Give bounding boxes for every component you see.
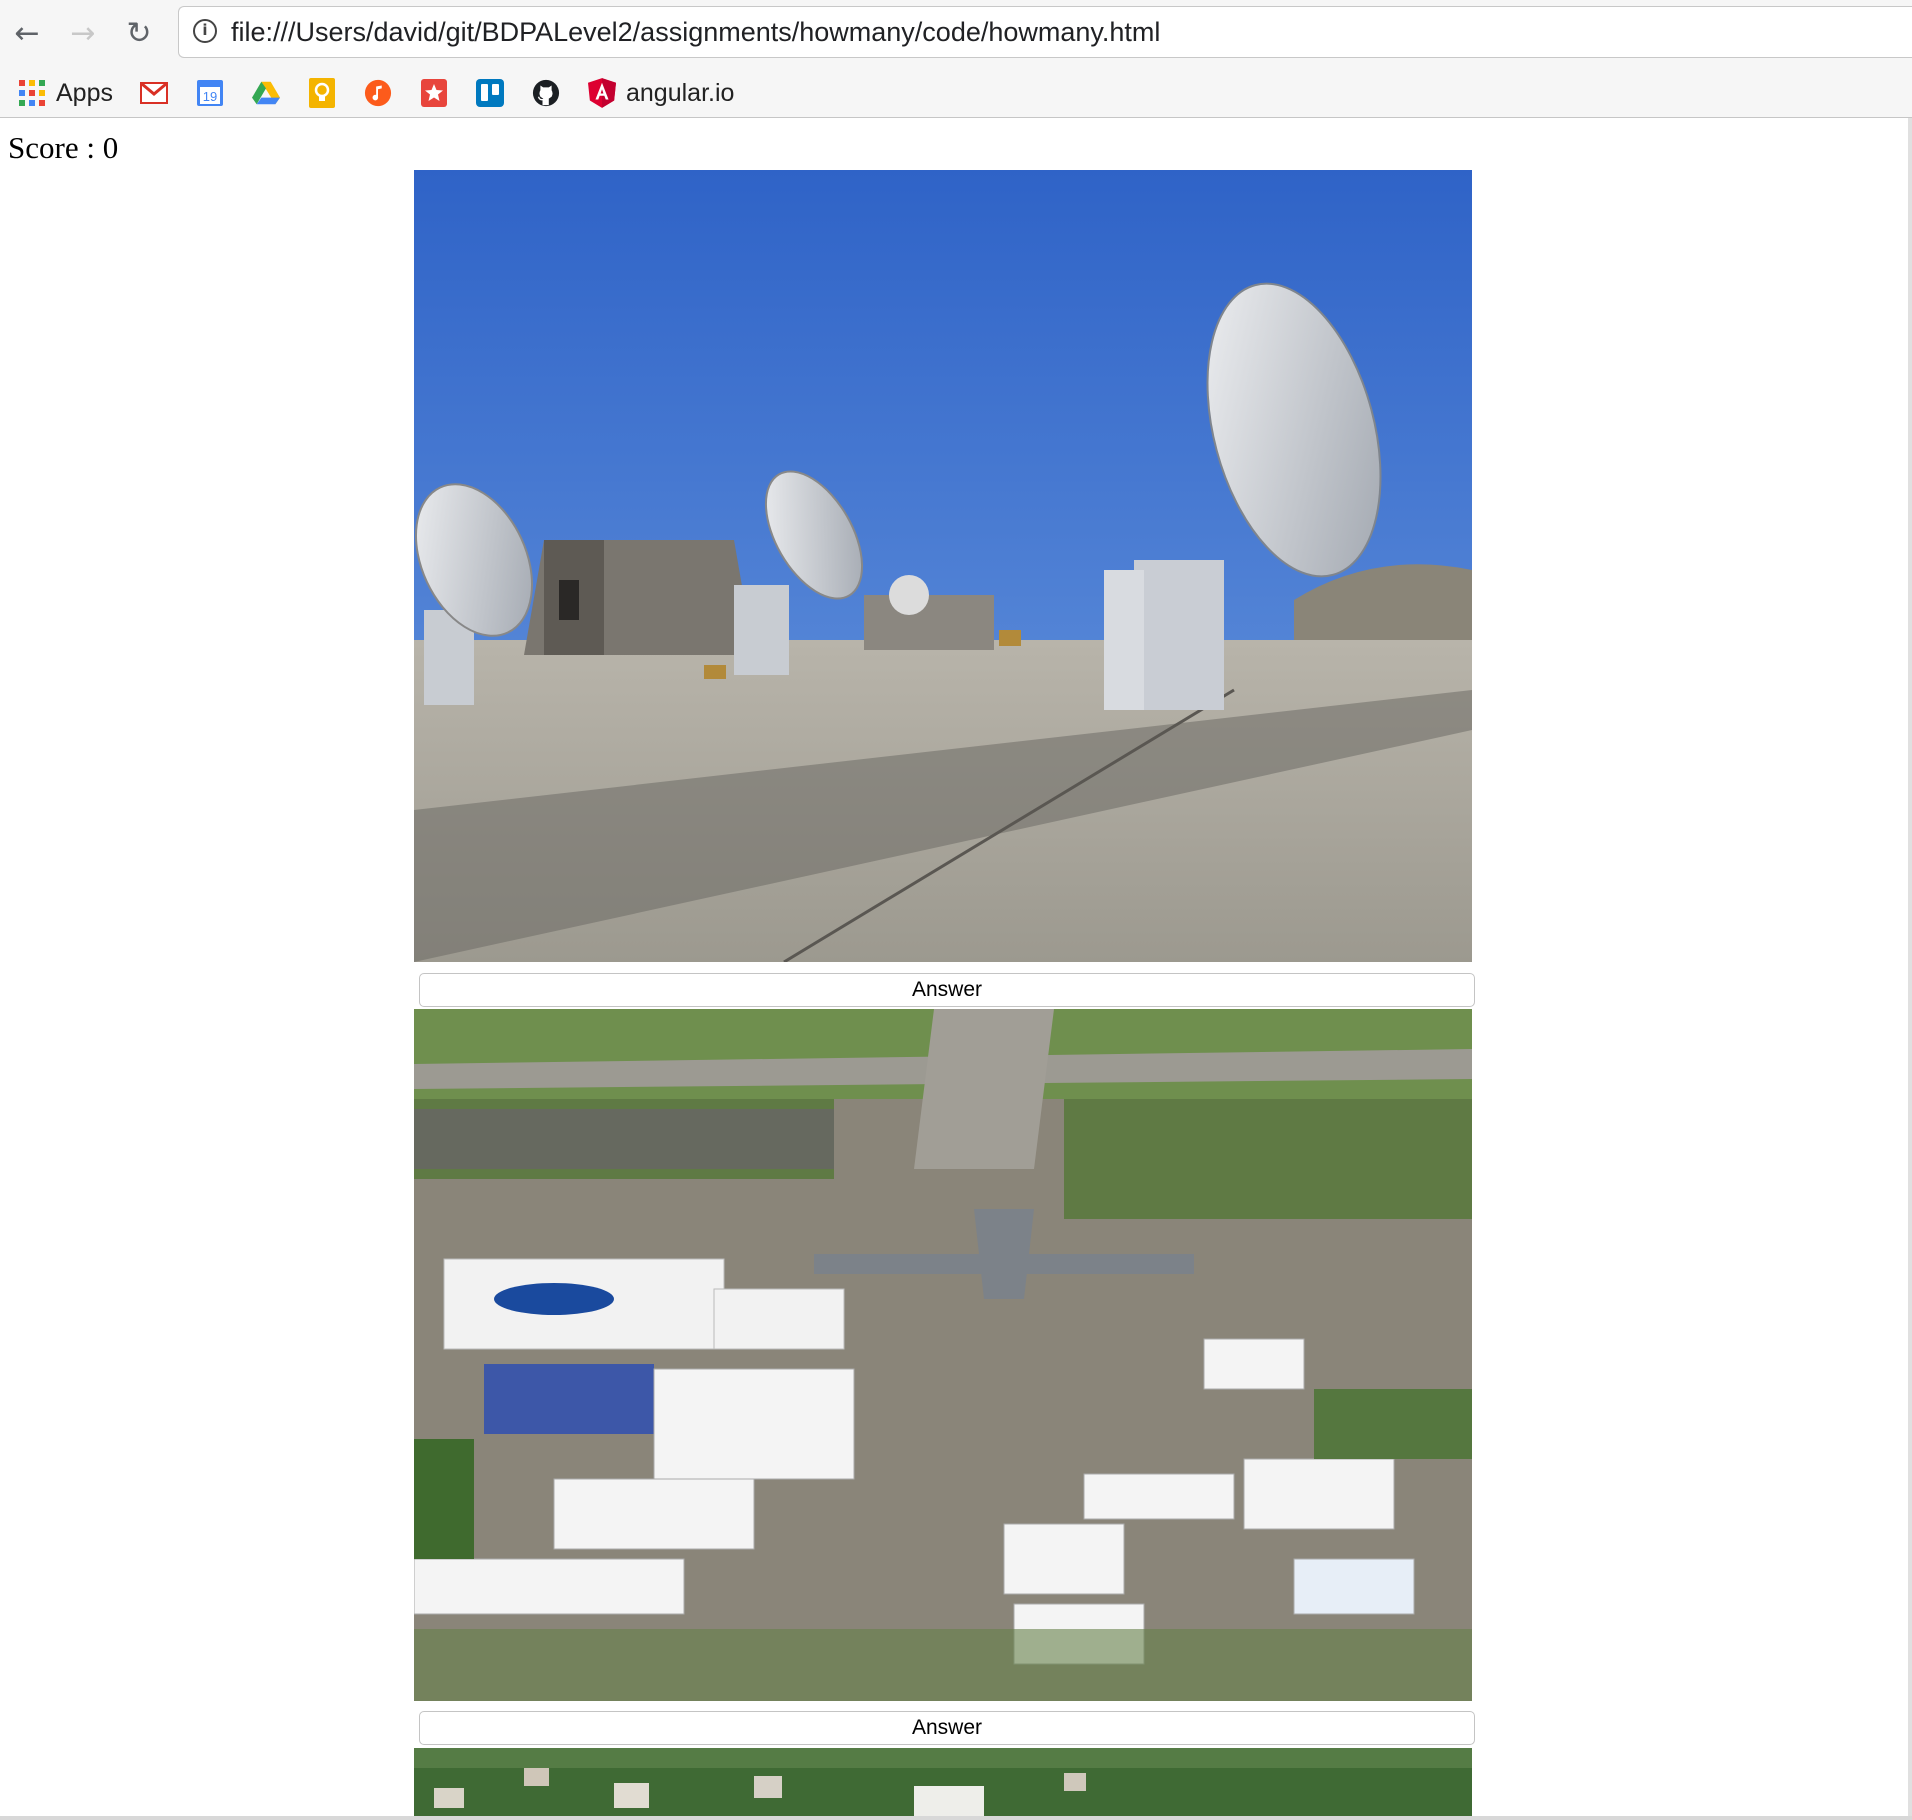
calendar-icon: 19 bbox=[196, 79, 224, 107]
angular-label: angular.io bbox=[626, 78, 735, 107]
trello-icon bbox=[476, 79, 504, 107]
forward-arrow-icon[interactable]: → bbox=[64, 14, 102, 52]
browser-toolbar: ← → ↻ i file:///Users/david/git/BDPALeve… bbox=[0, 0, 1912, 70]
window-bottom-edge bbox=[0, 1816, 1912, 1820]
bookmark-keep[interactable] bbox=[308, 76, 336, 110]
info-icon[interactable]: i bbox=[193, 19, 217, 43]
github-icon bbox=[532, 79, 560, 107]
answer-button-1[interactable]: Answer bbox=[419, 973, 1475, 1007]
bookmark-star[interactable] bbox=[420, 76, 448, 110]
answer-button-2[interactable]: Answer bbox=[419, 1711, 1475, 1745]
apps-grid-icon bbox=[18, 79, 46, 107]
bookmarks-bar: Apps 19 angular.io bbox=[0, 70, 1912, 118]
town-photo bbox=[414, 1748, 1472, 1816]
apps-label: Apps bbox=[56, 78, 113, 107]
address-bar[interactable]: i file:///Users/david/git/BDPALevel2/ass… bbox=[178, 6, 1912, 58]
bookmark-apps[interactable]: Apps bbox=[18, 76, 113, 110]
airshow-photo bbox=[414, 1009, 1472, 1701]
scrollbar-track[interactable] bbox=[1908, 118, 1912, 1818]
back-arrow-icon[interactable]: ← bbox=[8, 14, 46, 52]
bookmark-github[interactable] bbox=[532, 76, 560, 110]
url-text[interactable]: file:///Users/david/git/BDPALevel2/assig… bbox=[231, 17, 1160, 48]
keep-bulb-icon bbox=[308, 78, 336, 108]
bookmark-drive[interactable] bbox=[252, 76, 280, 110]
bookmark-music[interactable] bbox=[364, 76, 392, 110]
reload-icon[interactable]: ↻ bbox=[120, 14, 158, 52]
bookmark-angular[interactable]: angular.io bbox=[588, 76, 734, 110]
calendar-day: 19 bbox=[203, 89, 217, 104]
angular-icon bbox=[588, 78, 616, 108]
star-bookmark-icon bbox=[420, 79, 448, 107]
bookmark-calendar[interactable]: 19 bbox=[196, 76, 224, 110]
telescope-photo bbox=[414, 170, 1472, 962]
bookmark-trello[interactable] bbox=[476, 76, 504, 110]
bookmark-gmail[interactable] bbox=[140, 76, 168, 110]
drive-icon bbox=[252, 79, 280, 107]
music-note-icon bbox=[364, 79, 392, 107]
gmail-icon bbox=[140, 79, 168, 107]
score-label: Score : 0 bbox=[8, 130, 119, 165]
